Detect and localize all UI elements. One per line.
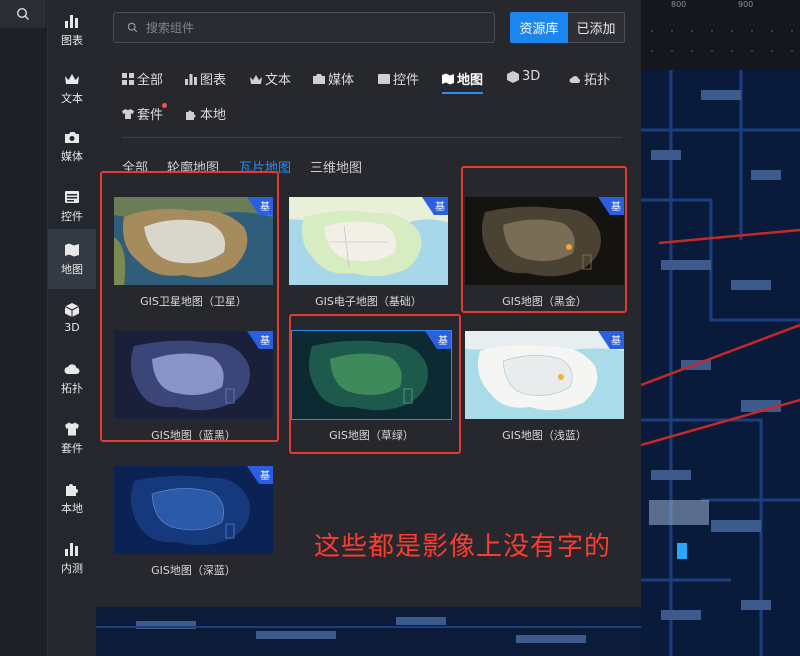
type-tab-label: 地图 bbox=[457, 73, 484, 88]
editor-canvas-background: 800 900 bbox=[640, 0, 800, 656]
control-panel-icon bbox=[65, 190, 79, 203]
base-badge: 基 bbox=[422, 197, 448, 215]
component-search-box[interactable] bbox=[113, 12, 495, 43]
annotation-box-top-right bbox=[461, 166, 627, 313]
search-icon bbox=[16, 7, 29, 20]
type-tab-chart[interactable]: 图表 bbox=[185, 69, 226, 88]
type-tab-all[interactable]: 全部 bbox=[122, 69, 163, 88]
type-tab-text[interactable]: 文本 bbox=[250, 69, 291, 88]
category-text[interactable]: 文本 bbox=[48, 58, 96, 118]
canvas-bottom-strip bbox=[96, 607, 641, 656]
component-search-input[interactable] bbox=[146, 20, 476, 35]
category-label: 套件 bbox=[61, 441, 83, 455]
type-tab-label: 拓扑 bbox=[584, 73, 611, 88]
tab-added[interactable]: 已添加 bbox=[568, 12, 625, 43]
category-label: 本地 bbox=[61, 501, 83, 515]
new-badge-dot bbox=[162, 103, 167, 108]
type-tab-control[interactable]: 控件 bbox=[378, 69, 419, 88]
category-beta[interactable]: 内测 bbox=[48, 528, 96, 588]
type-tab-label: 本地 bbox=[200, 108, 227, 123]
shirt-kit-icon bbox=[122, 108, 134, 119]
type-tab-kit[interactable]: 套件 bbox=[122, 103, 167, 123]
ruler-tick: 800 bbox=[671, 0, 687, 9]
base-badge: 基 bbox=[598, 331, 624, 349]
category-label: 图表 bbox=[61, 33, 83, 47]
puzzle-icon bbox=[66, 483, 78, 496]
type-tab-label: 套件 bbox=[137, 108, 164, 123]
bar-chart-icon bbox=[65, 542, 78, 556]
base-badge-text: 基 bbox=[611, 336, 621, 347]
map-card-label: GIS地图（浅蓝） bbox=[502, 429, 587, 442]
cube-icon bbox=[507, 70, 519, 83]
map-card-label: GIS地图（深蓝） bbox=[151, 564, 236, 577]
base-badge-text: 基 bbox=[260, 471, 270, 482]
annotation-box-center bbox=[289, 314, 461, 454]
camera-icon bbox=[313, 73, 325, 84]
type-tab-label: 3D bbox=[522, 69, 541, 84]
search-icon bbox=[127, 22, 138, 33]
category-nav: 图表 文本 媒体 控件 地图 3D 拓扑 套件 本地 内测 bbox=[48, 0, 96, 656]
category-label: 文本 bbox=[61, 91, 83, 105]
type-tab-map[interactable]: 地图 bbox=[442, 69, 484, 94]
type-tab-label: 全部 bbox=[137, 73, 164, 88]
category-local[interactable]: 本地 bbox=[48, 468, 96, 528]
bar-chart-icon bbox=[65, 14, 78, 28]
tabs-divider bbox=[122, 137, 622, 138]
map-icon bbox=[65, 243, 79, 256]
active-tab-underline bbox=[442, 92, 484, 94]
control-panel-icon bbox=[378, 73, 390, 84]
ruler-tick: 900 bbox=[738, 0, 754, 9]
crown-text-icon bbox=[250, 74, 262, 84]
left-toolbar bbox=[0, 0, 48, 656]
crown-text-icon bbox=[65, 73, 79, 84]
camera-icon bbox=[65, 131, 79, 143]
subtab-3d-map[interactable]: 三维地图 bbox=[310, 157, 362, 176]
category-kit[interactable]: 套件 bbox=[48, 408, 96, 468]
map-card-light-blue[interactable]: 基 GIS地图（浅蓝） bbox=[465, 331, 624, 453]
base-badge: 基 bbox=[247, 466, 273, 484]
base-badge-text: 基 bbox=[435, 202, 445, 213]
type-tab-label: 媒体 bbox=[328, 73, 355, 88]
cloud-topology-icon bbox=[64, 363, 80, 374]
category-label: 3D bbox=[64, 321, 80, 334]
category-label: 拓扑 bbox=[61, 381, 83, 395]
shirt-kit-icon bbox=[65, 422, 79, 435]
type-tab-label: 控件 bbox=[393, 73, 420, 88]
map-icon bbox=[442, 73, 454, 84]
category-3d[interactable]: 3D bbox=[48, 288, 96, 348]
map-card-deep-blue[interactable]: 基 GIS地图（深蓝） bbox=[114, 466, 273, 588]
category-label: 控件 bbox=[61, 209, 83, 223]
type-tab-media[interactable]: 媒体 bbox=[313, 69, 354, 88]
category-label: 媒体 bbox=[61, 149, 83, 163]
app-root: 图表 文本 媒体 控件 地图 3D 拓扑 套件 本地 内测 800 900 搜索… bbox=[0, 0, 800, 656]
tab-resource-library[interactable]: 资源库 bbox=[510, 12, 568, 43]
bar-chart-icon bbox=[185, 73, 197, 85]
cube-icon bbox=[64, 303, 80, 317]
type-tab-label: 文本 bbox=[265, 73, 292, 88]
category-control[interactable]: 控件 bbox=[48, 176, 96, 236]
category-topology[interactable]: 拓扑 bbox=[48, 348, 96, 408]
cloud-topology-icon bbox=[569, 75, 581, 83]
global-search-button[interactable] bbox=[0, 0, 46, 28]
category-map[interactable]: 地图 bbox=[48, 229, 96, 289]
category-media[interactable]: 媒体 bbox=[48, 116, 96, 176]
map-card-label: GIS电子地图（基础） bbox=[315, 295, 422, 308]
canvas-strip-graphic bbox=[96, 607, 641, 656]
canvas-preview-graphic bbox=[640, 0, 800, 656]
category-label: 内测 bbox=[61, 561, 83, 575]
annotation-text: 这些都是影像上没有字的 bbox=[314, 532, 612, 562]
annotation-box-left bbox=[100, 171, 279, 442]
type-tab-3d[interactable]: 3D bbox=[507, 69, 540, 84]
category-chart[interactable]: 图表 bbox=[48, 0, 96, 60]
map-card-basic[interactable]: 基 GIS电子地图（基础） bbox=[289, 197, 448, 319]
type-tab-label: 图表 bbox=[200, 73, 227, 88]
type-tab-topology[interactable]: 拓扑 bbox=[569, 69, 610, 88]
category-label: 地图 bbox=[61, 262, 83, 276]
grid-icon bbox=[122, 72, 134, 85]
puzzle-icon bbox=[186, 110, 196, 120]
type-tab-local[interactable]: 本地 bbox=[185, 104, 226, 123]
